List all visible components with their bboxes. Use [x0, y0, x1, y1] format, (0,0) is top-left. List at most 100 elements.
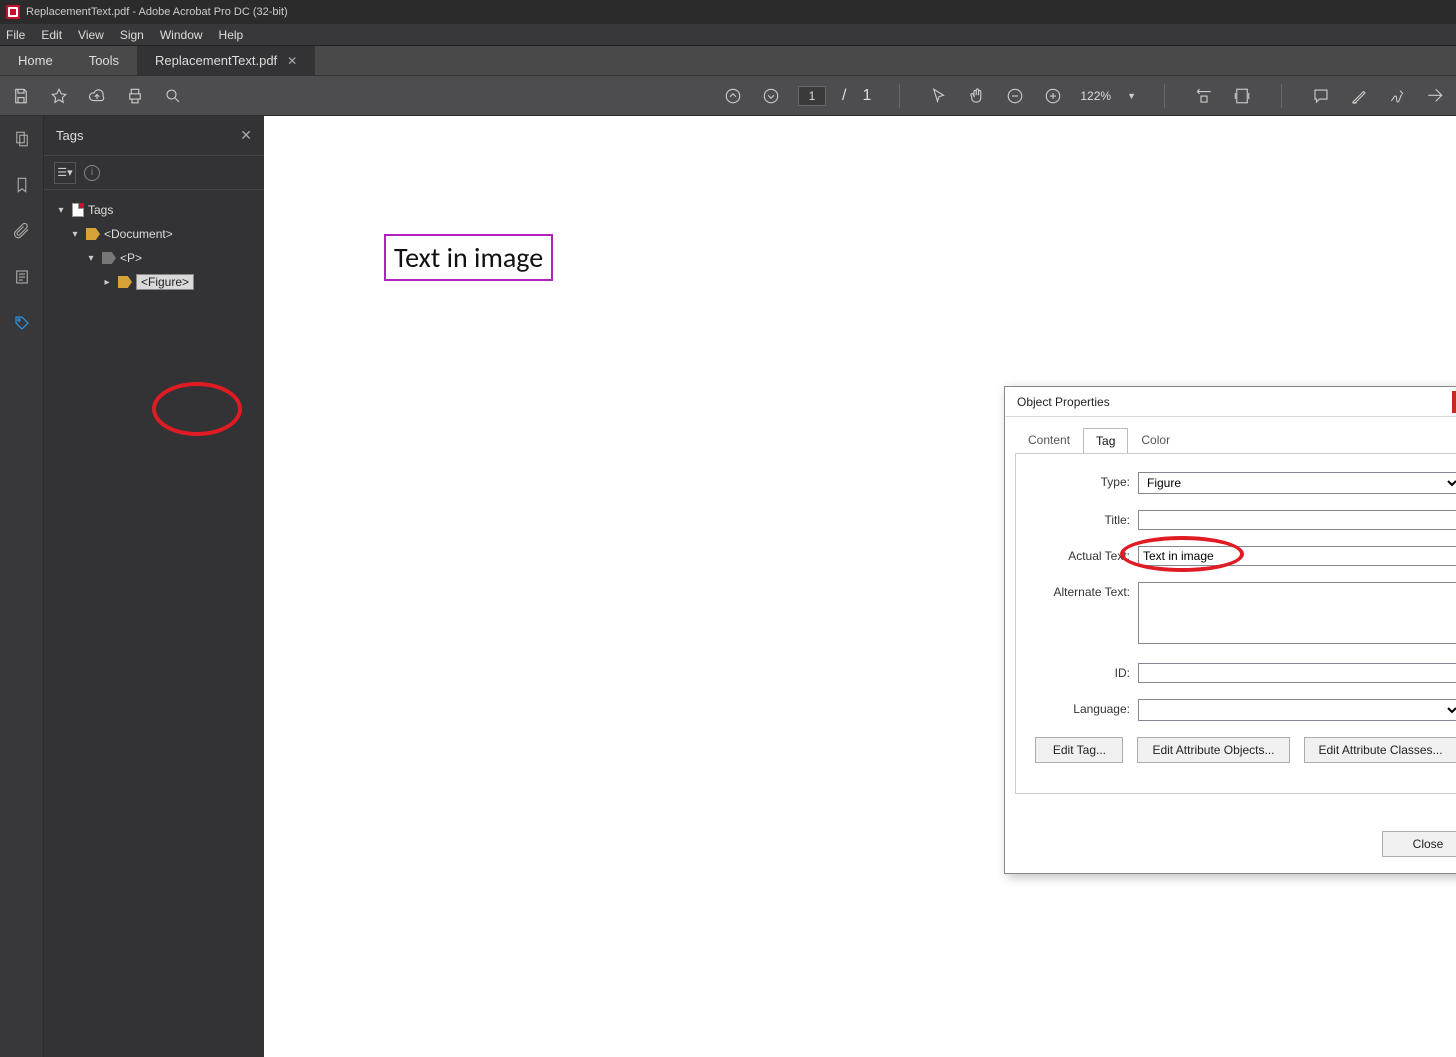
- page-sep: /: [842, 87, 846, 105]
- document-viewport[interactable]: Text in image Object Properties ✕ Conten…: [264, 116, 1456, 1057]
- fit-width-icon[interactable]: [1193, 85, 1215, 107]
- menu-view[interactable]: View: [78, 28, 104, 42]
- separator: [1281, 84, 1282, 108]
- panel-options-icon[interactable]: ☰▾: [54, 162, 76, 184]
- tree-root[interactable]: ▾ Tags: [50, 198, 258, 222]
- close-button[interactable]: Close: [1382, 831, 1456, 857]
- id-input[interactable]: [1138, 663, 1456, 683]
- expand-icon[interactable]: ▾: [84, 253, 98, 264]
- edit-attribute-classes-button[interactable]: Edit Attribute Classes...: [1304, 737, 1456, 763]
- toolbar-center-group: / 1 122% ▼: [722, 84, 1446, 108]
- page-down-icon[interactable]: [760, 85, 782, 107]
- row-actual: Actual Text:: [1032, 546, 1456, 566]
- menu-window[interactable]: Window: [160, 28, 203, 42]
- tab-tag[interactable]: Tag: [1083, 428, 1128, 454]
- menu-edit[interactable]: Edit: [41, 28, 62, 42]
- title-input[interactable]: [1138, 510, 1456, 530]
- close-tab-icon[interactable]: ✕: [287, 54, 297, 68]
- cloud-icon[interactable]: [86, 85, 108, 107]
- label-type: Type:: [1032, 472, 1138, 489]
- print-icon[interactable]: [124, 85, 146, 107]
- zoom-level[interactable]: 122%: [1080, 89, 1111, 103]
- menu-help[interactable]: Help: [219, 28, 244, 42]
- language-select[interactable]: [1138, 699, 1456, 721]
- tab-document-label: ReplacementText.pdf: [155, 53, 277, 68]
- left-rail: [0, 116, 44, 1057]
- expand-icon[interactable]: ▾: [68, 229, 82, 240]
- main-area: Tags ✕ ☰▾ i ▾ Tags ▾ <Document> ▾ <P>: [0, 116, 1456, 1057]
- zoom-out-icon[interactable]: [1004, 85, 1026, 107]
- dialog-close-icon[interactable]: ✕: [1452, 391, 1456, 413]
- tree-p[interactable]: ▾ <P>: [50, 246, 258, 270]
- separator: [899, 84, 900, 108]
- label-title: Title:: [1032, 510, 1138, 527]
- figure-text: Text in image: [394, 240, 543, 275]
- close-panel-icon[interactable]: ✕: [240, 127, 252, 144]
- highlight-icon[interactable]: [1348, 85, 1370, 107]
- pointer-icon[interactable]: [928, 85, 950, 107]
- zoom-dropdown-icon[interactable]: ▼: [1127, 91, 1136, 101]
- row-type: Type: Figure: [1032, 472, 1456, 494]
- page-number-input[interactable]: [798, 86, 826, 106]
- panel-info-icon[interactable]: i: [84, 165, 100, 181]
- type-select[interactable]: Figure: [1138, 472, 1456, 494]
- dialog-buttons: Edit Tag... Edit Attribute Objects... Ed…: [1032, 737, 1456, 763]
- dialog-titlebar[interactable]: Object Properties ✕: [1005, 387, 1456, 417]
- actual-text-input[interactable]: [1138, 546, 1456, 566]
- figure-selection[interactable]: Text in image: [384, 234, 553, 281]
- tab-color[interactable]: Color: [1128, 427, 1183, 453]
- window-title: ReplacementText.pdf - Adobe Acrobat Pro …: [26, 6, 288, 18]
- page-total: 1: [862, 87, 871, 105]
- bookmarks-icon[interactable]: [11, 174, 33, 196]
- content-panel-icon[interactable]: [11, 266, 33, 288]
- tab-home[interactable]: Home: [0, 46, 71, 75]
- more-tools-icon[interactable]: [1424, 85, 1446, 107]
- tree-root-label: Tags: [88, 203, 113, 217]
- comment-icon[interactable]: [1310, 85, 1332, 107]
- tab-document[interactable]: ReplacementText.pdf ✕: [137, 46, 315, 75]
- edit-tag-button[interactable]: Edit Tag...: [1035, 737, 1123, 763]
- zoom-in-icon[interactable]: [1042, 85, 1064, 107]
- hand-icon[interactable]: [966, 85, 988, 107]
- tab-home-label: Home: [18, 53, 53, 68]
- separator: [1164, 84, 1165, 108]
- tree-document[interactable]: ▾ <Document>: [50, 222, 258, 246]
- menu-file[interactable]: File: [6, 28, 25, 42]
- label-alt: Alternate Text:: [1032, 582, 1138, 599]
- menubar: File Edit View Sign Window Help: [0, 24, 1456, 46]
- tags-panel-icon[interactable]: [11, 312, 33, 334]
- expand-icon[interactable]: ▸: [100, 277, 114, 288]
- label-id: ID:: [1032, 663, 1138, 680]
- expand-icon[interactable]: ▾: [54, 205, 68, 216]
- tag-icon: [102, 252, 116, 264]
- dialog-tabs: Content Tag Color: [1015, 427, 1456, 454]
- save-icon[interactable]: [10, 85, 32, 107]
- tree-document-label: <Document>: [104, 227, 173, 241]
- dialog-body: Content Tag Color Type: Figure Title: Ac…: [1005, 417, 1456, 819]
- thumbnails-icon[interactable]: [11, 128, 33, 150]
- edit-attribute-objects-button[interactable]: Edit Attribute Objects...: [1137, 737, 1289, 763]
- sign-icon[interactable]: [1386, 85, 1408, 107]
- label-lang: Language:: [1032, 699, 1138, 716]
- panel-header: Tags ✕: [44, 116, 264, 156]
- annotation-circle: [152, 382, 242, 436]
- window-titlebar: ReplacementText.pdf - Adobe Acrobat Pro …: [0, 0, 1456, 24]
- row-id: ID:: [1032, 663, 1456, 683]
- dialog-title-text: Object Properties: [1017, 395, 1110, 409]
- tab-content[interactable]: Content: [1015, 427, 1083, 453]
- attachments-icon[interactable]: [11, 220, 33, 242]
- tree-figure[interactable]: ▸ <Figure>: [50, 270, 258, 294]
- menu-sign[interactable]: Sign: [120, 28, 144, 42]
- document-tabs: Home Tools ReplacementText.pdf ✕: [0, 46, 1456, 76]
- search-icon[interactable]: [162, 85, 184, 107]
- alternate-text-input[interactable]: [1138, 582, 1456, 644]
- panel-title: Tags: [56, 128, 83, 143]
- toolbar-left-group: [10, 85, 184, 107]
- label-actual: Actual Text:: [1032, 546, 1138, 563]
- main-toolbar: / 1 122% ▼: [0, 76, 1456, 116]
- star-icon[interactable]: [48, 85, 70, 107]
- row-alt: Alternate Text:: [1032, 582, 1456, 647]
- page-up-icon[interactable]: [722, 85, 744, 107]
- fit-page-icon[interactable]: [1231, 85, 1253, 107]
- tab-tools[interactable]: Tools: [71, 46, 137, 75]
